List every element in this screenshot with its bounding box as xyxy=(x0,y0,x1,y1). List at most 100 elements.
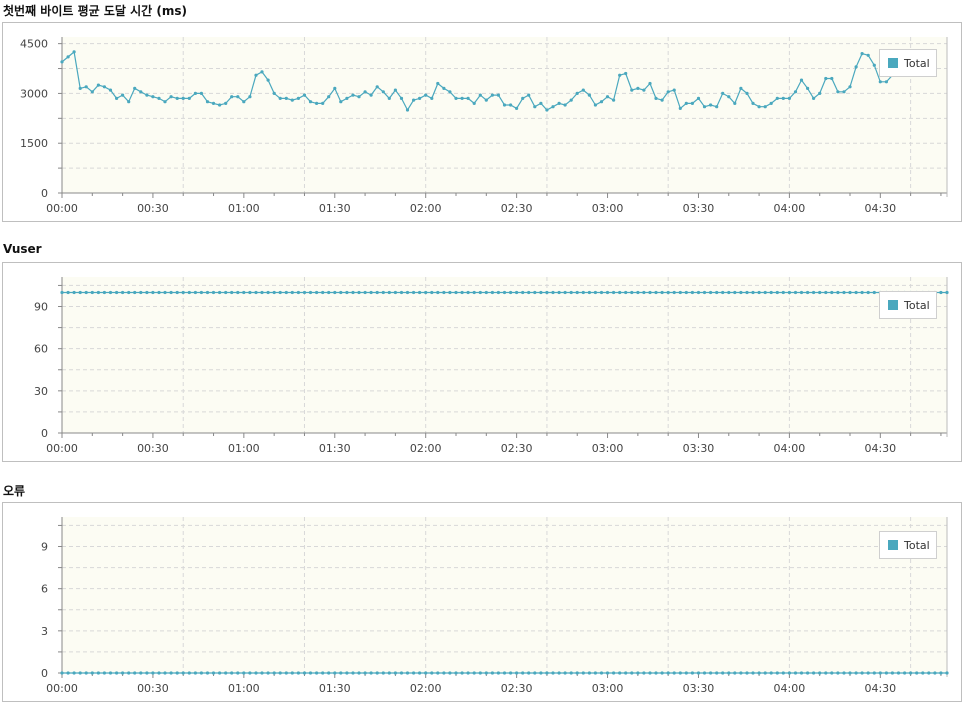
data-point xyxy=(230,290,234,295)
data-point xyxy=(915,671,919,675)
x-tick-label: 00:00 xyxy=(46,682,78,695)
x-tick-label: 03:00 xyxy=(592,682,624,695)
data-point xyxy=(424,671,428,675)
data-point xyxy=(381,90,385,94)
data-point xyxy=(715,671,719,675)
data-point xyxy=(575,91,579,95)
data-point xyxy=(205,100,210,104)
data-point xyxy=(339,100,343,104)
data-point xyxy=(866,671,870,675)
data-point xyxy=(587,290,592,295)
data-point xyxy=(187,96,191,100)
data-point xyxy=(351,671,355,675)
data-point xyxy=(672,290,676,295)
data-point xyxy=(909,671,913,675)
data-point xyxy=(272,671,276,675)
data-point xyxy=(315,101,319,105)
data-point xyxy=(502,671,507,675)
data-point xyxy=(115,290,119,295)
data-point xyxy=(102,290,106,295)
x-tick-label: 03:00 xyxy=(592,442,624,455)
data-point xyxy=(448,671,452,675)
data-point xyxy=(308,290,313,295)
data-point xyxy=(848,290,852,295)
data-point xyxy=(678,290,682,295)
data-point xyxy=(490,671,494,675)
x-tick-label: 02:00 xyxy=(410,442,442,455)
data-point xyxy=(90,90,94,94)
legend-swatch xyxy=(888,540,898,550)
data-point xyxy=(545,290,549,295)
plot-area xyxy=(62,37,947,193)
data-point xyxy=(660,671,664,675)
data-point xyxy=(151,671,155,675)
data-point xyxy=(333,86,337,90)
data-point xyxy=(224,290,228,295)
data-point xyxy=(581,671,585,675)
data-point xyxy=(175,671,179,675)
data-point xyxy=(757,105,761,109)
data-point xyxy=(842,671,846,675)
data-point xyxy=(854,290,858,295)
chart-legend[interactable]: Total xyxy=(879,291,937,319)
data-point xyxy=(405,290,410,295)
data-point xyxy=(745,290,749,295)
data-point xyxy=(345,290,349,295)
x-tick-label: 04:30 xyxy=(864,682,896,695)
data-point xyxy=(108,671,113,675)
data-point xyxy=(199,91,203,95)
legend-swatch xyxy=(888,300,898,310)
data-point xyxy=(751,101,755,105)
data-point xyxy=(472,671,476,675)
data-point xyxy=(236,671,240,675)
data-point xyxy=(369,671,373,675)
data-point xyxy=(230,95,234,99)
data-point xyxy=(412,290,416,295)
ttfb-chart: 0 1500 3000 4500 00:00 00:30 01:00 01:30 02:00 02… xyxy=(20,37,948,215)
data-point xyxy=(424,290,428,295)
data-point xyxy=(860,290,864,295)
data-point xyxy=(727,290,731,295)
data-point xyxy=(418,290,422,295)
data-point xyxy=(78,86,82,90)
data-point xyxy=(466,671,470,675)
data-point xyxy=(436,671,440,675)
data-point xyxy=(575,290,579,295)
data-point xyxy=(593,103,598,107)
data-point xyxy=(624,290,628,295)
data-point xyxy=(496,671,500,675)
vuser-chart: 0 30 60 90 00:00 00:30 01:00 01:30 02:00 02:30 03:… xyxy=(34,277,949,455)
data-point xyxy=(72,671,76,675)
data-point xyxy=(860,671,864,675)
data-point xyxy=(187,671,191,675)
data-point xyxy=(327,95,331,99)
chart-legend[interactable]: Total xyxy=(879,531,937,559)
data-point xyxy=(254,671,258,675)
data-point xyxy=(593,671,598,675)
data-point xyxy=(684,290,688,295)
data-point xyxy=(430,671,434,675)
data-point xyxy=(363,90,367,94)
data-point xyxy=(345,671,349,675)
x-tick-label: 00:30 xyxy=(137,682,169,695)
chart-legend[interactable]: Total xyxy=(879,49,937,77)
chart-panel-errors: 0 3 6 9 00:00 00:30 01:00 01:30 02:00 02:30 03:00 0… xyxy=(2,502,962,702)
data-point xyxy=(642,671,646,675)
data-point xyxy=(333,671,337,675)
data-point xyxy=(921,671,925,675)
data-point xyxy=(599,290,604,295)
data-point xyxy=(848,671,852,675)
data-point xyxy=(199,671,203,675)
data-point xyxy=(739,290,743,295)
data-point xyxy=(521,290,525,295)
data-point xyxy=(381,671,385,675)
data-point xyxy=(878,671,882,675)
data-point xyxy=(478,290,482,295)
data-point xyxy=(412,671,416,675)
data-point xyxy=(272,290,276,295)
data-point xyxy=(696,96,701,100)
data-point xyxy=(557,101,561,105)
data-point xyxy=(466,96,470,100)
data-point xyxy=(751,290,755,295)
data-point xyxy=(296,96,300,100)
